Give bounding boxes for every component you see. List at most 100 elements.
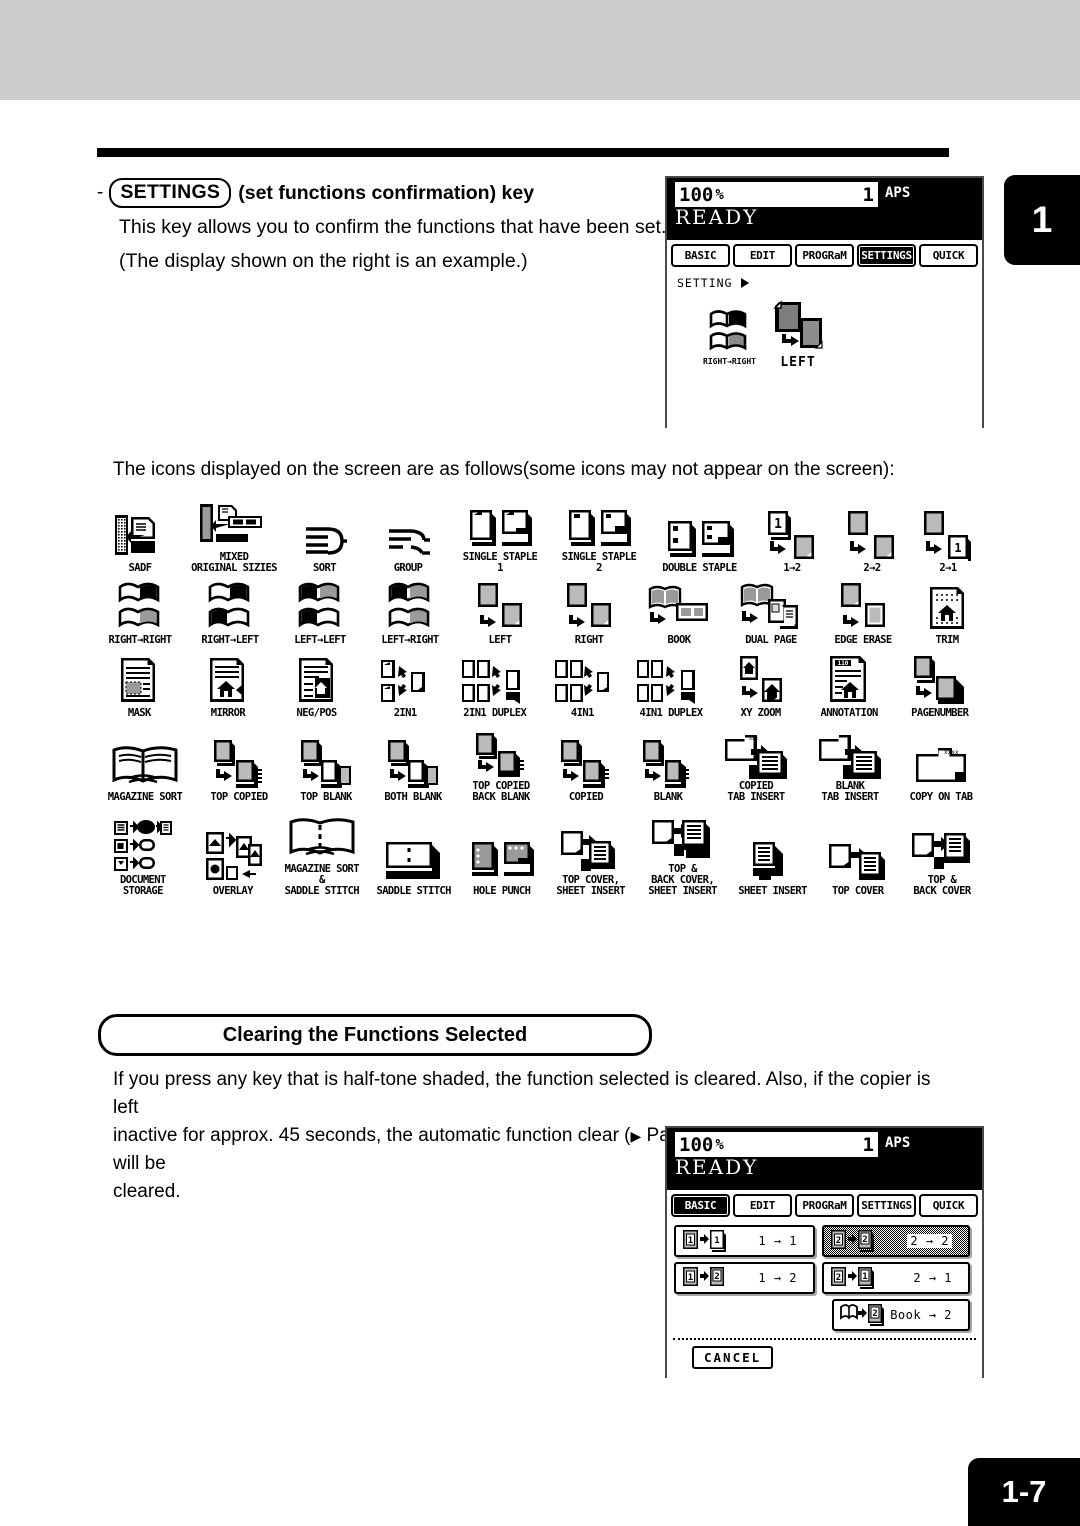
- lcd-divider: [673, 1338, 976, 1340]
- icon-caption: DOCUMENT STORAGE: [119, 873, 166, 897]
- icon-caption: XY ZOOM: [740, 707, 782, 720]
- tab-settings-bottom[interactable]: SETTINGS: [857, 1194, 916, 1217]
- sort-icon: [302, 503, 348, 561]
- lcd-body-bottom: 1 1 1 → 1 2 2 2 → 2 1 2 1 → 2 2 1 2 → 1 …: [667, 1220, 982, 1378]
- dual-page-icon: [740, 575, 802, 633]
- settings-key-desc-line2: (The display shown on the right is an ex…: [119, 250, 528, 273]
- icon-cell-edge-erase: EDGE ERASE: [817, 575, 909, 646]
- mirror-icon: [206, 648, 250, 706]
- icon-cell-top-copied: TOP COPIED: [195, 721, 283, 802]
- mixed-original-sizies-icon: [198, 492, 270, 550]
- icon-grid-row: RIGHT→RIGHT RIGHT→LEFT LEFT→LEFT LEFT→RI…: [95, 575, 985, 646]
- tab-edit-bottom[interactable]: EDIT: [733, 1194, 792, 1217]
- icon-cell-single-staple-2: SINGLE STAPLE 2: [550, 492, 648, 573]
- edge-erase-icon: [835, 575, 891, 633]
- icon-caption: MIRROR: [210, 707, 246, 720]
- icon-caption: MAGAZINE SORT: [107, 790, 183, 803]
- icon-cell-sort: SORT: [283, 492, 366, 573]
- icon-cell-2-to-1: 1 2→1: [911, 492, 985, 573]
- icon-caption: TOP COPIED BACK BLANK: [472, 779, 530, 803]
- sadf-icon: [112, 503, 168, 561]
- icon-cell-annotation: 110 ANNOTATION: [804, 648, 895, 719]
- icon-caption: BLANK: [653, 790, 683, 803]
- zoom-ratio-display-bottom: 100 % 1: [675, 1132, 878, 1157]
- icon-cell-binding-left: LEFT: [455, 575, 545, 646]
- icon-cell-mask: MASK: [95, 648, 184, 719]
- icon-cell-1-to-2: 1 1→2: [751, 492, 833, 573]
- duplex-button-1-to-1[interactable]: 1 1 1 → 1: [674, 1225, 815, 1257]
- icon-cell-top-blank: TOP BLANK: [283, 721, 369, 802]
- lcd-body-top: SETTING RIGHT→RIGHT LEFT: [667, 270, 982, 428]
- svg-text:2: 2: [836, 1273, 841, 1283]
- tab-quick-bottom[interactable]: QUICK: [919, 1194, 978, 1217]
- duplex-button-book-to-2[interactable]: 2 Book → 2: [832, 1299, 970, 1331]
- svg-text:2: 2: [714, 1272, 719, 1282]
- lcd-panel-basic[interactable]: 100 % 1 APS READY BASIC EDIT PROGRaM SET…: [665, 1126, 984, 1378]
- duplex-button-2-to-2[interactable]: 2 2 2 → 2: [822, 1225, 970, 1257]
- cancel-button[interactable]: CANCEL: [692, 1346, 774, 1369]
- icon-caption: 2IN1 DUPLEX: [463, 707, 527, 720]
- lcd-panel-settings[interactable]: 100 % 1 APS READY BASIC EDIT PROGRaM SET…: [665, 176, 984, 428]
- tab-basic-bottom[interactable]: BASIC: [671, 1194, 730, 1217]
- icon-cell-left-to-right: LEFT→RIGHT: [365, 575, 455, 646]
- icon-caption: NEG/POS: [296, 707, 337, 720]
- icon-caption: LEFT: [488, 634, 512, 647]
- icon-cell-xy-zoom: XY ZOOM: [717, 648, 804, 719]
- lcd-tabbar-top: BASIC EDIT PROGRaM SETTINGS QUICK: [667, 240, 982, 270]
- two-to-two-icon: 2 2: [830, 1229, 874, 1253]
- duplex-label-2-to-1: 2 → 1: [913, 1271, 952, 1285]
- icon-caption: BOOK: [667, 634, 691, 647]
- icon-caption: OVERLAY: [212, 884, 254, 897]
- svg-text:2: 2: [872, 1309, 877, 1319]
- icon-cell-top-copied-back-blank: TOP COPIED BACK BLANK: [457, 721, 545, 802]
- icon-cell-left-to-left: LEFT→LEFT: [275, 575, 365, 646]
- icon-cell-double-staple: DOUBLE STAPLE: [648, 492, 751, 573]
- duplex-button-2-to-1[interactable]: 2 1 2 → 1: [822, 1262, 970, 1294]
- icon-caption: TOP BLANK: [300, 790, 352, 803]
- two-to-one-icon: 2 1: [830, 1266, 874, 1290]
- icon-cell-sheet-insert: SHEET INSERT: [729, 804, 817, 896]
- blank-icon: [639, 732, 697, 790]
- tab-basic-top[interactable]: BASIC: [671, 244, 730, 267]
- tab-settings-top[interactable]: SETTINGS: [857, 244, 916, 267]
- body-line-c: cleared.: [113, 1181, 181, 1203]
- blank-tab-insert-icon: [817, 721, 883, 779]
- icon-cell-right-to-left: RIGHT→LEFT: [185, 575, 275, 646]
- neg-pos-icon: [295, 648, 339, 706]
- section-heading-pill: Clearing the Functions Selected: [98, 1014, 652, 1056]
- icon-cell-4in1: 4IN1: [540, 648, 625, 719]
- section-rule: [97, 148, 949, 157]
- binding-left-icon: [771, 300, 825, 352]
- icon-cell-mixed-original-sizies: MIXED ORIGINAL SIZIES: [185, 492, 283, 573]
- icon-caption: HOLE PUNCH: [473, 884, 531, 897]
- icon-cell-trim: TRIM: [909, 575, 985, 646]
- mask-icon: [117, 648, 161, 706]
- icon-caption: TRIM: [935, 634, 959, 647]
- duplex-label-book-to-2: Book → 2: [890, 1308, 952, 1322]
- settings-key-section: - SETTINGS (set functions confirmation) …: [97, 178, 666, 276]
- hole-punch-icon: [468, 826, 536, 884]
- one-to-two-icon: 1 2: [682, 1266, 726, 1290]
- copied-tab-insert-icon: xxx: [723, 721, 789, 779]
- sheet-insert-icon: [749, 826, 797, 884]
- icon-caption: TOP COVER, SHEET INSERT: [556, 873, 626, 897]
- icon-cell-magazine-sort: MAGAZINE SORT: [95, 721, 195, 802]
- right-to-right-icon: [117, 575, 163, 633]
- svg-text:1: 1: [774, 517, 782, 532]
- icon-cell-top-cover: TOP COVER: [817, 804, 899, 896]
- icon-caption: SINGLE STAPLE 1: [462, 551, 538, 574]
- tab-program-bottom[interactable]: PROGRaM: [795, 1194, 854, 1217]
- duplex-label-1-to-1: 1 → 1: [758, 1234, 797, 1248]
- percent-sign-bottom: %: [715, 1136, 724, 1153]
- right-to-left-icon: [207, 575, 253, 633]
- top-back-cover-icon: [910, 815, 974, 873]
- tab-quick-top[interactable]: QUICK: [919, 244, 978, 267]
- duplex-button-1-to-2[interactable]: 1 2 1 → 2: [674, 1262, 815, 1294]
- top-cover-sheet-insert-icon: [559, 815, 623, 873]
- icon-caption: DOUBLE STAPLE: [662, 561, 737, 574]
- lcd-header-top: 100 % 1 APS READY: [667, 178, 982, 240]
- tab-edit-top[interactable]: EDIT: [733, 244, 792, 267]
- pagenumber-icon: [910, 648, 970, 706]
- tab-program-top[interactable]: PROGRaM: [795, 244, 854, 267]
- annotation-icon: 110: [826, 648, 872, 706]
